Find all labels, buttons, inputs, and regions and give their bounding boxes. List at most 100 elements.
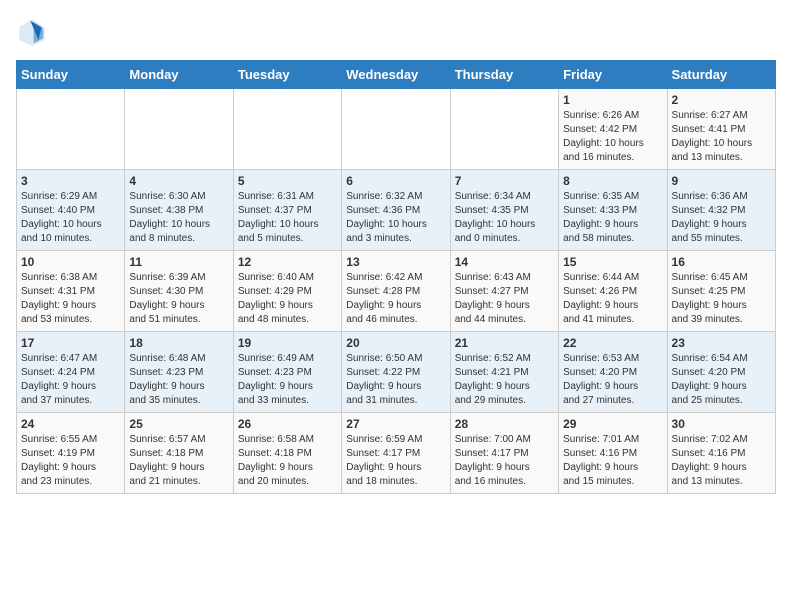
day-info-text: Sunrise: 6:36 AM Sunset: 4:32 PM Dayligh…	[672, 190, 771, 246]
day-number: 13	[346, 255, 445, 269]
calendar-week-row: 17 Sunrise: 6:47 AM Sunset: 4:24 PM Dayli…	[17, 332, 776, 413]
day-number: 20	[346, 336, 445, 350]
day-info-text: Sunrise: 6:53 AM Sunset: 4:20 PM Dayligh…	[563, 352, 662, 408]
column-header-wednesday: Wednesday	[342, 61, 450, 89]
calendar-cell: 14Sunrise: 6:43 AM Sunset: 4:27 PM Dayli…	[450, 251, 558, 332]
day-info-text: Sunrise: 6:42 AM Sunset: 4:28 PM Dayligh…	[346, 271, 445, 327]
day-info-text: Sunrise: 6:50 AM Sunset: 4:22 PM Dayligh…	[346, 352, 445, 408]
calendar-cell: 30 Sunrise: 7:02 AM Sunset: 4:16 PM Dayli…	[667, 413, 775, 494]
calendar-cell: 10Sunrise: 6:38 AM Sunset: 4:31 PM Dayli…	[17, 251, 125, 332]
day-number: 4	[129, 174, 228, 188]
day-number: 19	[238, 336, 337, 350]
day-info-text: Sunrise: 6:57 AM Sunset: 4:18 PM Dayligh…	[129, 433, 228, 489]
day-number: 10	[21, 255, 120, 269]
day-number: 9	[672, 174, 771, 188]
calendar-cell	[450, 89, 558, 170]
day-number: 18	[129, 336, 228, 350]
calendar-cell: 27Sunrise: 6:59 AM Sunset: 4:17 PM Dayli…	[342, 413, 450, 494]
day-number: 6	[346, 174, 445, 188]
day-number: 17	[21, 336, 120, 350]
day-info-text: Sunrise: 6:35 AM Sunset: 4:33 PM Dayligh…	[563, 190, 662, 246]
calendar-cell: 19 Sunrise: 6:49 AM Sunset: 4:23 PM Dayli…	[233, 332, 341, 413]
day-number: 5	[238, 174, 337, 188]
day-info-text: Sunrise: 6:40 AM Sunset: 4:29 PM Dayligh…	[238, 271, 337, 327]
calendar-cell: 17 Sunrise: 6:47 AM Sunset: 4:24 PM Dayli…	[17, 332, 125, 413]
calendar-cell: 29 Sunrise: 7:01 AM Sunset: 4:16 PM Dayli…	[559, 413, 667, 494]
day-info-text: Sunrise: 6:54 AM Sunset: 4:20 PM Dayligh…	[672, 352, 771, 408]
calendar-cell: 23 Sunrise: 6:54 AM Sunset: 4:20 PM Dayli…	[667, 332, 775, 413]
day-info-text: Sunrise: 7:01 AM Sunset: 4:16 PM Dayligh…	[563, 433, 662, 489]
calendar-cell: 9 Sunrise: 6:36 AM Sunset: 4:32 PM Daylig…	[667, 170, 775, 251]
day-number: 28	[455, 417, 554, 431]
calendar-week-row: 3 Sunrise: 6:29 AM Sunset: 4:40 PM Daylig…	[17, 170, 776, 251]
calendar-cell: 15 Sunrise: 6:44 AM Sunset: 4:26 PM Dayli…	[559, 251, 667, 332]
day-number: 23	[672, 336, 771, 350]
calendar-cell: 20 Sunrise: 6:50 AM Sunset: 4:22 PM Dayli…	[342, 332, 450, 413]
day-info-text: Sunrise: 6:49 AM Sunset: 4:23 PM Dayligh…	[238, 352, 337, 408]
day-info-text: Sunrise: 6:26 AM Sunset: 4:42 PM Dayligh…	[563, 109, 662, 165]
calendar-cell: 25 Sunrise: 6:57 AM Sunset: 4:18 PM Dayli…	[125, 413, 233, 494]
calendar-cell: 4 Sunrise: 6:30 AM Sunset: 4:38 PM Daylig…	[125, 170, 233, 251]
day-info-text: Sunrise: 6:52 AM Sunset: 4:21 PM Dayligh…	[455, 352, 554, 408]
day-info-text: Sunrise: 6:29 AM Sunset: 4:40 PM Dayligh…	[21, 190, 120, 246]
day-number: 8	[563, 174, 662, 188]
calendar-week-row: 24 Sunrise: 6:55 AM Sunset: 4:19 PM Dayli…	[17, 413, 776, 494]
day-info-text: Sunrise: 6:47 AM Sunset: 4:24 PM Dayligh…	[21, 352, 120, 408]
calendar-cell: 6 Sunrise: 6:32 AM Sunset: 4:36 PM Daylig…	[342, 170, 450, 251]
day-number: 29	[563, 417, 662, 431]
calendar-table: SundayMondayTuesdayWednesdayThursdayFrid…	[16, 60, 776, 494]
column-header-tuesday: Tuesday	[233, 61, 341, 89]
day-number: 15	[563, 255, 662, 269]
calendar-cell: 22 Sunrise: 6:53 AM Sunset: 4:20 PM Dayli…	[559, 332, 667, 413]
day-number: 26	[238, 417, 337, 431]
calendar-week-row: 10Sunrise: 6:38 AM Sunset: 4:31 PM Dayli…	[17, 251, 776, 332]
day-number: 1	[563, 93, 662, 107]
column-header-thursday: Thursday	[450, 61, 558, 89]
day-info-text: Sunrise: 6:48 AM Sunset: 4:23 PM Dayligh…	[129, 352, 228, 408]
day-number: 7	[455, 174, 554, 188]
day-number: 3	[21, 174, 120, 188]
calendar-cell: 1 Sunrise: 6:26 AM Sunset: 4:42 PM Daylig…	[559, 89, 667, 170]
column-header-monday: Monday	[125, 61, 233, 89]
column-header-sunday: Sunday	[17, 61, 125, 89]
day-info-text: Sunrise: 6:58 AM Sunset: 4:18 PM Dayligh…	[238, 433, 337, 489]
calendar-cell: 8 Sunrise: 6:35 AM Sunset: 4:33 PM Daylig…	[559, 170, 667, 251]
calendar-cell: 13 Sunrise: 6:42 AM Sunset: 4:28 PM Dayli…	[342, 251, 450, 332]
calendar-week-row: 1 Sunrise: 6:26 AM Sunset: 4:42 PM Daylig…	[17, 89, 776, 170]
logo-icon	[16, 16, 48, 48]
calendar-cell: 5Sunrise: 6:31 AM Sunset: 4:37 PM Daylig…	[233, 170, 341, 251]
page-header	[16, 16, 776, 48]
calendar-cell: 26 Sunrise: 6:58 AM Sunset: 4:18 PM Dayli…	[233, 413, 341, 494]
day-info-text: Sunrise: 6:45 AM Sunset: 4:25 PM Dayligh…	[672, 271, 771, 327]
calendar-cell: 12 Sunrise: 6:40 AM Sunset: 4:29 PM Dayli…	[233, 251, 341, 332]
column-header-saturday: Saturday	[667, 61, 775, 89]
calendar-cell: 2Sunrise: 6:27 AM Sunset: 4:41 PM Daylig…	[667, 89, 775, 170]
day-number: 11	[129, 255, 228, 269]
day-info-text: Sunrise: 6:30 AM Sunset: 4:38 PM Dayligh…	[129, 190, 228, 246]
calendar-cell	[125, 89, 233, 170]
calendar-cell: 24 Sunrise: 6:55 AM Sunset: 4:19 PM Dayli…	[17, 413, 125, 494]
day-number: 24	[21, 417, 120, 431]
day-number: 25	[129, 417, 228, 431]
calendar-cell	[342, 89, 450, 170]
day-number: 30	[672, 417, 771, 431]
calendar-cell: 16 Sunrise: 6:45 AM Sunset: 4:25 PM Dayli…	[667, 251, 775, 332]
day-number: 16	[672, 255, 771, 269]
calendar-cell: 3 Sunrise: 6:29 AM Sunset: 4:40 PM Daylig…	[17, 170, 125, 251]
day-info-text: Sunrise: 7:00 AM Sunset: 4:17 PM Dayligh…	[455, 433, 554, 489]
logo	[16, 16, 52, 48]
day-number: 27	[346, 417, 445, 431]
day-number: 22	[563, 336, 662, 350]
day-info-text: Sunrise: 6:34 AM Sunset: 4:35 PM Dayligh…	[455, 190, 554, 246]
day-info-text: Sunrise: 6:55 AM Sunset: 4:19 PM Dayligh…	[21, 433, 120, 489]
calendar-cell: 28 Sunrise: 7:00 AM Sunset: 4:17 PM Dayli…	[450, 413, 558, 494]
day-number: 2	[672, 93, 771, 107]
day-number: 21	[455, 336, 554, 350]
day-info-text: Sunrise: 6:44 AM Sunset: 4:26 PM Dayligh…	[563, 271, 662, 327]
column-header-friday: Friday	[559, 61, 667, 89]
day-number: 12	[238, 255, 337, 269]
day-info-text: Sunrise: 6:32 AM Sunset: 4:36 PM Dayligh…	[346, 190, 445, 246]
calendar-cell: 18 Sunrise: 6:48 AM Sunset: 4:23 PM Dayli…	[125, 332, 233, 413]
day-info-text: Sunrise: 7:02 AM Sunset: 4:16 PM Dayligh…	[672, 433, 771, 489]
calendar-header-row: SundayMondayTuesdayWednesdayThursdayFrid…	[17, 61, 776, 89]
